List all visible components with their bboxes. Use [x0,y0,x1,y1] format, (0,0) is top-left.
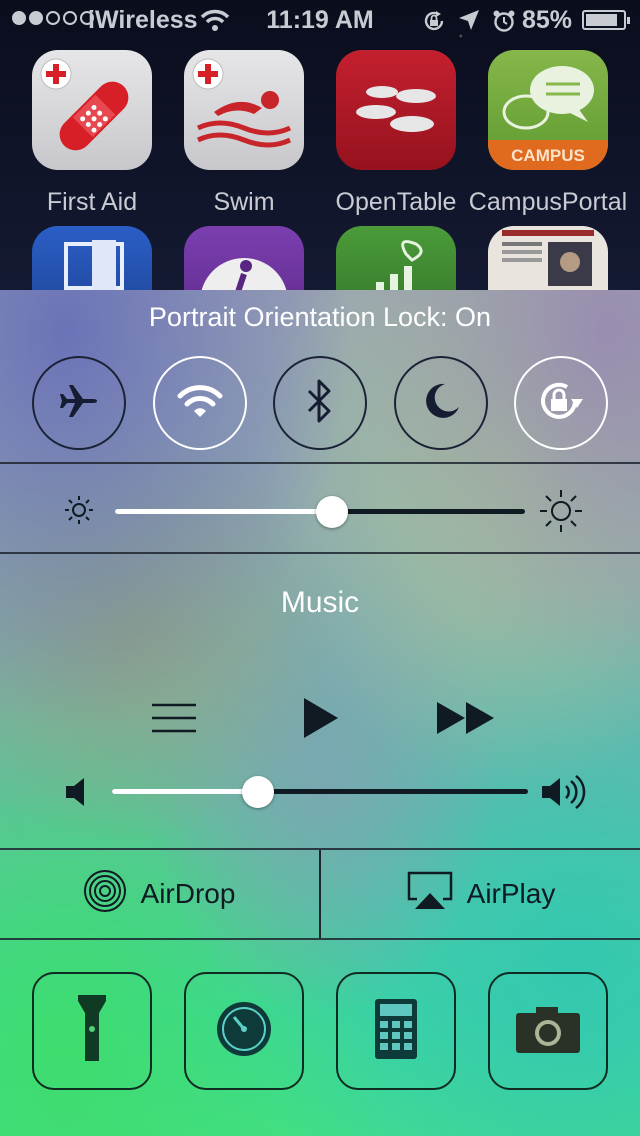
control-center: Portrait Orientation Lock: On Music AirD… [0,290,640,1136]
fast-forward-icon[interactable] [437,702,495,739]
signal-dot [63,11,77,25]
app-walking[interactable] [184,226,304,300]
app-newspaper[interactable] [488,226,608,300]
camera-button[interactable] [488,972,608,1090]
airdrop-label: AirDrop [140,878,236,909]
app-label: CampusPortal [468,188,628,216]
flashlight-icon [77,993,107,1070]
campus-chat-icon: CAMPUS [488,50,608,170]
orientation-lock-icon [535,377,587,430]
orientation-lock-icon [422,9,446,40]
location-arrow-icon [458,9,480,40]
app-gift-chart[interactable] [336,226,456,300]
newspaper-icon [488,226,608,300]
opentable-plates-icon [336,50,456,170]
battery-percent: 85% [522,6,573,34]
status-icons [422,9,516,40]
projector-icon [32,226,152,300]
orientation-lock-toggle[interactable] [514,356,608,450]
brightness-slider[interactable] [115,494,525,530]
wifi-icon [177,383,223,424]
camera-icon [516,1005,580,1058]
timer-button[interactable] [184,972,304,1090]
wifi-toggle[interactable] [153,356,247,450]
flashlight-button[interactable] [32,972,152,1090]
section-divider [0,552,640,554]
music-title: Music [280,586,360,619]
button-separator [319,850,321,938]
battery-icon [582,10,630,30]
app-swim[interactable]: Swim [184,50,304,217]
app-opentable[interactable]: OpenTable [336,50,456,217]
app-label: Swim [213,188,275,216]
brightness-slider-thumb[interactable] [316,496,349,528]
signal-dot [29,11,43,25]
airplay-label: AirPlay [466,878,556,909]
volume-slider[interactable] [112,774,528,810]
brightness-high-icon [538,488,584,539]
app-projector[interactable] [32,226,152,300]
airdrop-button[interactable]: AirDrop [0,850,318,938]
calculator-button[interactable] [336,972,456,1090]
section-divider [0,938,640,940]
carrier-name: iWireless [88,6,198,34]
gift-chart-icon [336,226,456,300]
signal-dot [12,11,26,25]
status-bar: iWireless 11:19 AM 85% [0,0,640,40]
bluetooth-icon [305,379,335,428]
wifi-status-icon [200,8,230,39]
section-divider [0,462,640,464]
play-icon[interactable] [302,696,340,745]
brightness-slider-fill [115,509,333,514]
app-first-aid[interactable]: First Aid [32,50,152,217]
airplay-icon [407,871,453,918]
battery-level-fill [586,14,617,26]
bluetooth-toggle[interactable] [273,356,367,450]
app-campusportal[interactable]: CAMPUS CampusPortal [469,50,627,217]
timer-icon [215,1000,273,1063]
swimmer-icon [184,50,304,170]
moon-icon [421,381,461,426]
campus-badge-text: CAMPUS [511,146,585,165]
first-aid-bandage-icon [32,50,152,170]
alarm-icon [492,9,516,40]
do-not-disturb-toggle[interactable] [394,356,488,450]
airplane-mode-toggle[interactable] [32,356,126,450]
signal-strength-indicator [12,11,94,25]
volume-high-icon [542,774,586,815]
calculator-icon [375,998,417,1064]
airplay-button[interactable]: AirPlay [322,850,640,938]
volume-low-icon [66,778,88,811]
home-screen-background: iWireless 11:19 AM 85% First Aid Swim Op… [0,0,640,300]
menu-list-icon[interactable] [152,702,196,739]
orientation-lock-message: Portrait Orientation Lock: On [148,302,492,332]
airdrop-icon [83,869,127,920]
brightness-low-icon [63,494,95,531]
volume-slider-thumb[interactable] [241,776,274,808]
walking-person-icon [184,226,304,300]
app-label: First Aid [46,188,138,216]
app-label: OpenTable [335,188,457,216]
airplane-icon [59,381,99,426]
volume-slider-fill [112,789,258,794]
signal-dot [46,11,60,25]
